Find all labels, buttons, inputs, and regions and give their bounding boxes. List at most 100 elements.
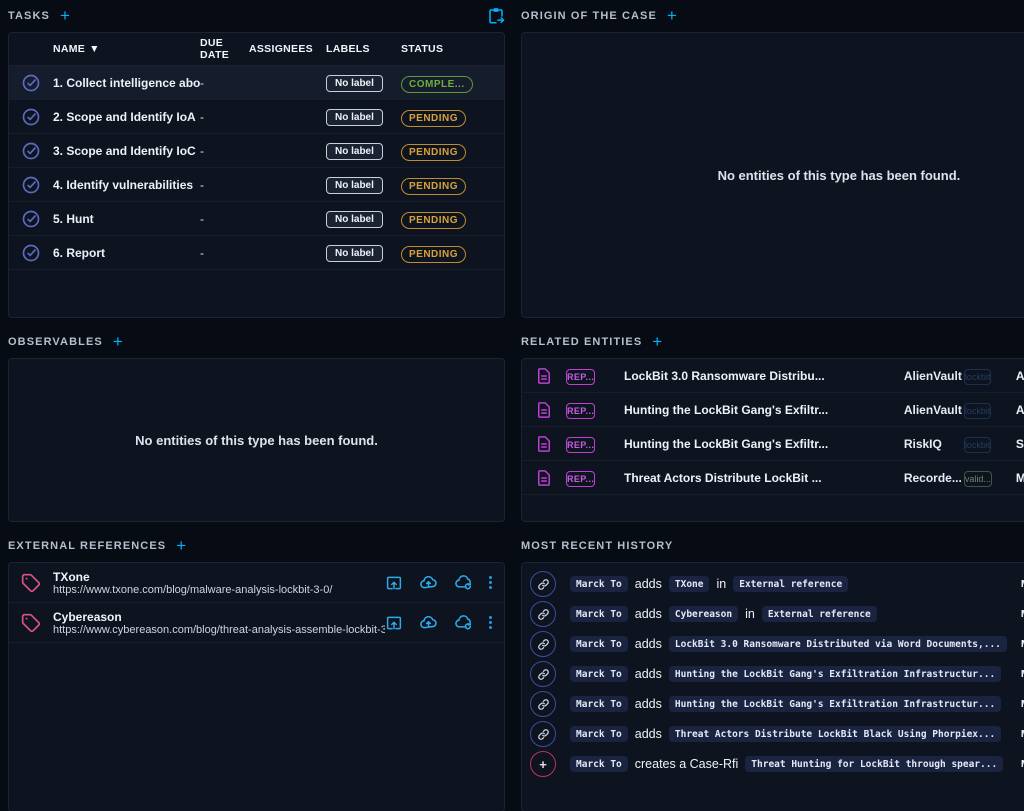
upload-file-button[interactable] bbox=[419, 573, 438, 592]
entity-creator: AlienVault bbox=[904, 369, 964, 383]
task-label-chip: No label bbox=[326, 177, 383, 194]
open-in-browser-icon bbox=[385, 574, 403, 592]
link-icon bbox=[537, 608, 550, 621]
task-row[interactable]: 1. Collect intelligence about the a... -… bbox=[9, 66, 504, 100]
reference-url: https://www.txone.com/blog/malware-analy… bbox=[53, 584, 385, 596]
history-user-chip: Marck To bbox=[570, 696, 628, 712]
upload-file-button[interactable] bbox=[419, 613, 438, 632]
related-entities-header: RELATED ENTITIES + bbox=[521, 332, 1024, 352]
task-label-chip: No label bbox=[326, 109, 383, 126]
check-circle-icon bbox=[9, 175, 53, 195]
col-assignees: ASSIGNEES bbox=[249, 43, 326, 55]
cloud-sync-icon bbox=[454, 613, 473, 632]
external-reference-row[interactable]: Cybereason https://www.cybereason.com/bl… bbox=[9, 603, 504, 643]
tasks-header: TASKS + bbox=[8, 6, 505, 26]
add-origin-button[interactable]: + bbox=[667, 9, 677, 23]
history-target-chip: LockBit 3.0 Ransomware Distributed via W… bbox=[669, 636, 1007, 652]
history-panel: + Marck To adds TXone in External refere… bbox=[521, 562, 1024, 811]
entity-name: LockBit 3.0 Ransomware Distribu... bbox=[624, 369, 904, 383]
apply-task-template-button[interactable] bbox=[487, 7, 505, 25]
task-label-chip: No label bbox=[326, 245, 383, 262]
task-name: 6. Report bbox=[53, 246, 200, 260]
check-circle-icon bbox=[9, 141, 53, 161]
origin-empty-message: No entities of this type has been found. bbox=[718, 168, 961, 183]
history-event-icon: + bbox=[530, 571, 556, 597]
col-name[interactable]: NAME▼ bbox=[53, 43, 200, 55]
related-entity-row[interactable]: REP... LockBit 3.0 Ransomware Distribu..… bbox=[522, 359, 1024, 393]
related-entity-row[interactable]: REP... Hunting the LockBit Gang's Exfilt… bbox=[522, 393, 1024, 427]
task-name: 4. Identify vulnerabilities bbox=[53, 178, 200, 192]
add-external-reference-button[interactable]: + bbox=[176, 539, 186, 553]
entity-type-chip: REP... bbox=[566, 437, 595, 453]
report-file-icon bbox=[522, 367, 566, 385]
task-row[interactable]: 4. Identify vulnerabilities - No label P… bbox=[9, 168, 504, 202]
task-label-chip: No label bbox=[326, 211, 383, 228]
case-dashboard: TASKS + NAME▼ DUE DATE ASSIGNEES LABELS … bbox=[0, 0, 1024, 811]
entity-label-chip: lockbit bbox=[964, 403, 992, 419]
reference-menu-button[interactable] bbox=[489, 581, 492, 584]
entity-label-chip: lockbit bbox=[964, 369, 992, 385]
history-event-icon: + bbox=[530, 691, 556, 717]
task-row[interactable]: 3. Scope and Identify IoC - No label PEN… bbox=[9, 134, 504, 168]
col-labels: LABELS bbox=[326, 43, 401, 55]
sync-enrichment-button[interactable] bbox=[454, 573, 473, 592]
history-row: + Marck To adds LockBit 3.0 Ransomware D… bbox=[522, 629, 1024, 659]
history-context-chip: External reference bbox=[762, 606, 877, 622]
reference-source-name: Cybereason bbox=[53, 610, 385, 624]
tag-icon bbox=[9, 613, 53, 633]
history-action: adds bbox=[635, 637, 662, 651]
history-action: adds bbox=[635, 607, 662, 621]
tasks-panel: NAME▼ DUE DATE ASSIGNEES LABELS STATUS 1… bbox=[8, 32, 505, 318]
tasks-table-header: NAME▼ DUE DATE ASSIGNEES LABELS STATUS bbox=[9, 33, 504, 66]
check-circle-icon bbox=[9, 209, 53, 229]
history-user-chip: Marck To bbox=[570, 606, 628, 622]
add-task-button[interactable]: + bbox=[60, 9, 70, 23]
task-name: 1. Collect intelligence about the a... bbox=[53, 76, 200, 90]
open-in-browser-icon bbox=[385, 614, 403, 632]
task-row[interactable]: 2. Scope and Identify IoA - No label PEN… bbox=[9, 100, 504, 134]
entity-label-chip: lockbit bbox=[964, 437, 992, 453]
task-due-date: - bbox=[200, 246, 249, 260]
task-name: 5. Hunt bbox=[53, 212, 200, 226]
history-user-chip: Marck To bbox=[570, 756, 628, 772]
history-user-chip: Marck To bbox=[570, 666, 628, 682]
report-file-icon bbox=[522, 435, 566, 453]
history-target-chip: Hunting the LockBit Gang's Exfiltration … bbox=[669, 666, 1001, 682]
add-observable-button[interactable]: + bbox=[113, 335, 123, 349]
task-status-chip: PENDING bbox=[401, 178, 466, 195]
history-action: creates a Case-Rfi bbox=[635, 757, 739, 771]
task-row[interactable]: 5. Hunt - No label PENDING bbox=[9, 202, 504, 236]
history-event-icon: + bbox=[530, 751, 556, 777]
history-connector: in bbox=[716, 577, 726, 591]
check-circle-icon bbox=[9, 73, 53, 93]
history-event-icon: + bbox=[530, 661, 556, 687]
external-reference-row[interactable]: TXone https://www.txone.com/blog/malware… bbox=[9, 563, 504, 603]
reference-menu-button[interactable] bbox=[489, 621, 492, 624]
reference-source-name: TXone bbox=[53, 570, 385, 584]
entity-name: Hunting the LockBit Gang's Exfiltr... bbox=[624, 437, 904, 451]
left-column: TASKS + NAME▼ DUE DATE ASSIGNEES LABELS … bbox=[8, 6, 505, 811]
cloud-upload-icon bbox=[419, 613, 438, 632]
link-icon bbox=[537, 668, 550, 681]
entity-type-chip: REP... bbox=[566, 471, 595, 487]
add-related-entity-button[interactable]: + bbox=[652, 335, 662, 349]
open-link-button[interactable] bbox=[385, 574, 403, 592]
entity-name: Hunting the LockBit Gang's Exfiltr... bbox=[624, 403, 904, 417]
task-label-chip: No label bbox=[326, 143, 383, 160]
task-status-chip: PENDING bbox=[401, 110, 466, 127]
task-due-date: - bbox=[200, 212, 249, 226]
open-link-button[interactable] bbox=[385, 614, 403, 632]
task-due-date: - bbox=[200, 76, 249, 90]
check-circle-icon bbox=[9, 107, 53, 127]
related-entity-row[interactable]: REP... Hunting the LockBit Gang's Exfilt… bbox=[522, 427, 1024, 461]
related-entity-row[interactable]: REP... Threat Actors Distribute LockBit … bbox=[522, 461, 1024, 495]
observables-title: OBSERVABLES bbox=[8, 336, 103, 348]
check-circle-icon bbox=[9, 243, 53, 263]
history-action: adds bbox=[635, 577, 662, 591]
sync-enrichment-button[interactable] bbox=[454, 613, 473, 632]
task-status-chip: PENDING bbox=[401, 144, 466, 161]
entity-creator: Recorde... bbox=[904, 471, 964, 485]
task-row[interactable]: 6. Report - No label PENDING bbox=[9, 236, 504, 270]
history-target-chip: Threat Actors Distribute LockBit Black U… bbox=[669, 726, 1001, 742]
kebab-menu-icon bbox=[489, 581, 492, 584]
